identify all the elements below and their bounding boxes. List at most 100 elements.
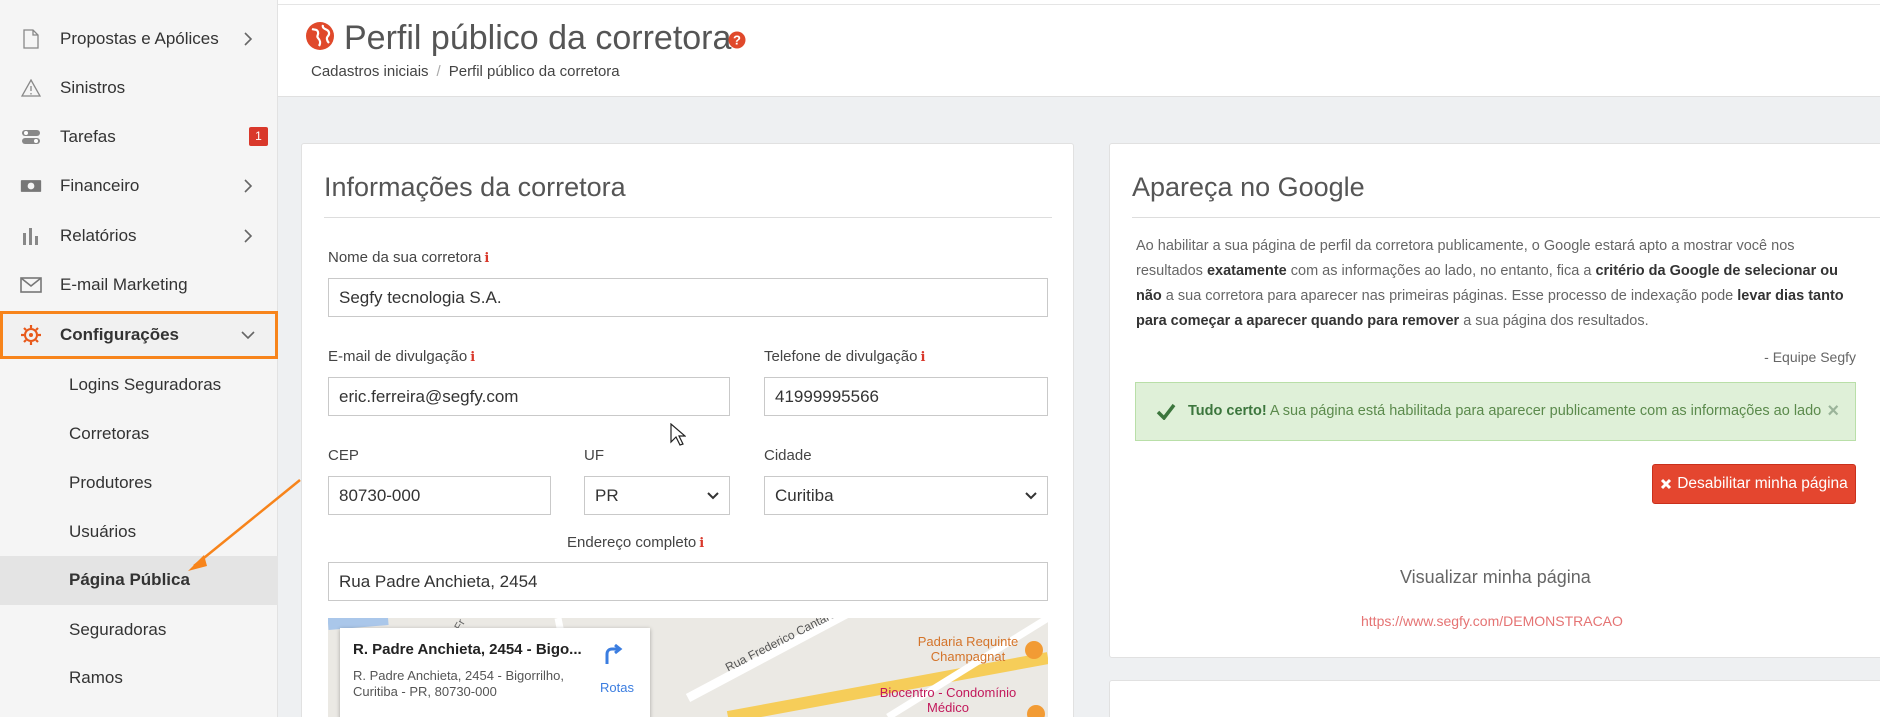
- chevron-right-icon: [244, 179, 253, 193]
- sidebar-item-sinistros[interactable]: Sinistros: [0, 68, 278, 108]
- cep-label: CEP: [328, 447, 359, 464]
- sidebar-item-propostas[interactable]: Propostas e Apólices: [0, 19, 278, 59]
- warning-icon: [20, 77, 42, 99]
- map-embed[interactable]: Rua Frederico Cantarelli Padaria Requint…: [328, 618, 1048, 717]
- task-count-badge: 1: [249, 127, 268, 146]
- alert-strong: Tudo certo!: [1188, 403, 1267, 419]
- view-page-label: Visualizar minha página: [1400, 567, 1591, 587]
- uf-label: UF: [584, 447, 604, 464]
- chevron-down-icon: [1025, 492, 1037, 500]
- alert-message: A sua página está habilitada para aparec…: [1266, 403, 1822, 419]
- info-panel-title: Informações da corretora: [324, 172, 626, 202]
- sidebar-subitem-label: Produtores: [69, 473, 153, 492]
- uf-select[interactable]: PR: [584, 476, 730, 515]
- bar-chart-icon: [20, 225, 42, 247]
- email-input[interactable]: eric.ferreira@segfy.com: [328, 377, 730, 416]
- sidebar-subitem-logins-seguradoras[interactable]: Logins Seguradoras: [0, 364, 278, 404]
- routes-link[interactable]: Rotas: [600, 680, 634, 695]
- city-select[interactable]: Curitiba: [764, 476, 1048, 515]
- sidebar-item-label: Propostas e Apólices: [60, 29, 219, 48]
- uf-selected-value: PR: [595, 486, 619, 505]
- envelope-icon: [20, 274, 42, 296]
- name-label: Nome da sua corretora i: [328, 249, 489, 266]
- address-label-text: Endereço completo: [567, 534, 697, 551]
- disable-page-button[interactable]: Desabilitar minha página: [1652, 464, 1856, 504]
- cep-input[interactable]: 80730-000: [328, 476, 551, 515]
- info-icon[interactable]: i: [470, 350, 475, 365]
- sidebar-item-label: Financeiro: [60, 176, 140, 195]
- email-label-text: E-mail de divulgação: [328, 348, 468, 365]
- help-icon[interactable]: ?: [728, 31, 746, 54]
- city-label: Cidade: [764, 447, 812, 464]
- panel-divider: [324, 217, 1052, 218]
- lower-panel: [1109, 680, 1880, 717]
- page-header: Perfil público da corretora ? Cadastros …: [278, 5, 1880, 97]
- close-icon: [1661, 478, 1672, 490]
- sidebar-item-relatorios[interactable]: Relatórios: [0, 216, 278, 256]
- chevron-down-icon: [707, 492, 719, 500]
- page-title: Perfil público da corretora: [344, 19, 732, 57]
- chevron-down-icon: [241, 331, 255, 340]
- annotation-arrow: [188, 479, 301, 571]
- desc-text: a sua corretora para aparecer nas primei…: [1161, 288, 1738, 304]
- sidebar-subitem-label: Ramos: [69, 668, 123, 687]
- sidebar-item-label: Configurações: [60, 325, 180, 344]
- desc-bold: exatamente: [1206, 263, 1287, 279]
- sidebar-subitem-label: Página Pública: [69, 570, 190, 589]
- sidebar-item-label: E-mail Marketing: [60, 275, 188, 294]
- toggles-icon: [20, 126, 42, 148]
- sidebar-item-tarefas[interactable]: Tarefas 1: [0, 117, 278, 157]
- sidebar-subitem-corretoras[interactable]: Corretoras: [0, 413, 278, 453]
- panel-divider: [1132, 217, 1880, 218]
- sidebar-item-label: Relatórios: [60, 226, 137, 245]
- sidebar-subitem-label: Logins Seguradoras: [69, 375, 222, 394]
- sidebar-item-configuracoes[interactable]: Configurações: [0, 311, 278, 359]
- city-selected-value: Curitiba: [775, 486, 834, 505]
- info-icon[interactable]: i: [484, 251, 489, 266]
- mouse-cursor-icon: [670, 423, 686, 446]
- file-icon: [20, 28, 42, 50]
- broker-name-input[interactable]: Segfy tecnologia S.A.: [328, 278, 1048, 317]
- breadcrumb-link[interactable]: Cadastros iniciais: [311, 63, 429, 80]
- signature: - Equipe Segfy: [1764, 349, 1856, 365]
- sidebar-item-financeiro[interactable]: Financeiro: [0, 166, 278, 206]
- gear-icon: [20, 324, 42, 346]
- desc-text: com as informações ao lado, no entanto, …: [1286, 263, 1596, 279]
- breadcrumb-current: Perfil público da corretora: [448, 63, 620, 80]
- sidebar-subitem-seguradoras[interactable]: Seguradoras: [0, 609, 278, 649]
- phone-label: Telefone de divulgação i: [764, 348, 925, 365]
- sidebar-item-label: Tarefas: [60, 127, 116, 146]
- sidebar-subitem-label: Corretoras: [69, 424, 150, 443]
- google-panel-title: Apareça no Google: [1132, 172, 1365, 202]
- public-page-link[interactable]: https://www.segfy.com/DEMONSTRACAO: [1361, 613, 1623, 629]
- sidebar: Propostas e Apólices Sinistros Tarefas 1…: [0, 0, 278, 717]
- chevron-right-icon: [244, 229, 253, 243]
- sidebar-subitem-ramos[interactable]: Ramos: [0, 657, 278, 697]
- chevron-right-icon: [244, 32, 253, 46]
- check-icon: [1156, 403, 1176, 420]
- disable-page-button-label: Desabilitar minha página: [1677, 475, 1848, 492]
- sidebar-item-email-marketing[interactable]: E-mail Marketing: [0, 265, 278, 305]
- success-alert: Tudo certo! A sua página está habilitada…: [1135, 382, 1856, 441]
- info-icon[interactable]: i: [920, 350, 925, 365]
- info-icon[interactable]: i: [699, 536, 704, 551]
- svg-text:?: ?: [733, 33, 741, 48]
- breadcrumb: Cadastros iniciais / Perfil público da cor…: [311, 63, 620, 80]
- breadcrumb-separator: /: [436, 63, 441, 80]
- globe-icon: [305, 21, 335, 56]
- google-description: Ao habilitar a sua página de perfil da c…: [1136, 234, 1856, 334]
- email-label: E-mail de divulgação i: [328, 348, 475, 365]
- close-icon[interactable]: ×: [1827, 400, 1839, 423]
- map-place-address: R. Padre Anchieta, 2454 - Bigorrilho, Cu…: [353, 668, 565, 699]
- name-label-text: Nome da sua corretora: [328, 249, 482, 266]
- phone-label-text: Telefone de divulgação: [764, 348, 918, 365]
- address-input[interactable]: Rua Padre Anchieta, 2454: [328, 562, 1048, 601]
- directions-icon[interactable]: [603, 642, 625, 666]
- map-place-card: R. Padre Anchieta, 2454 - Bigo... R. Pad…: [340, 628, 650, 717]
- sidebar-subitem-label: Seguradoras: [69, 620, 167, 639]
- map-poi-label: Padaria Requinte Champagnat: [917, 634, 1019, 664]
- phone-input[interactable]: 41999995566: [764, 377, 1048, 416]
- map-poi-label: Biocentro - Condomínio Médico: [879, 685, 1017, 715]
- sidebar-subitem-label: Usuários: [69, 522, 137, 541]
- map-place-title: R. Padre Anchieta, 2454 - Bigo...: [353, 641, 582, 658]
